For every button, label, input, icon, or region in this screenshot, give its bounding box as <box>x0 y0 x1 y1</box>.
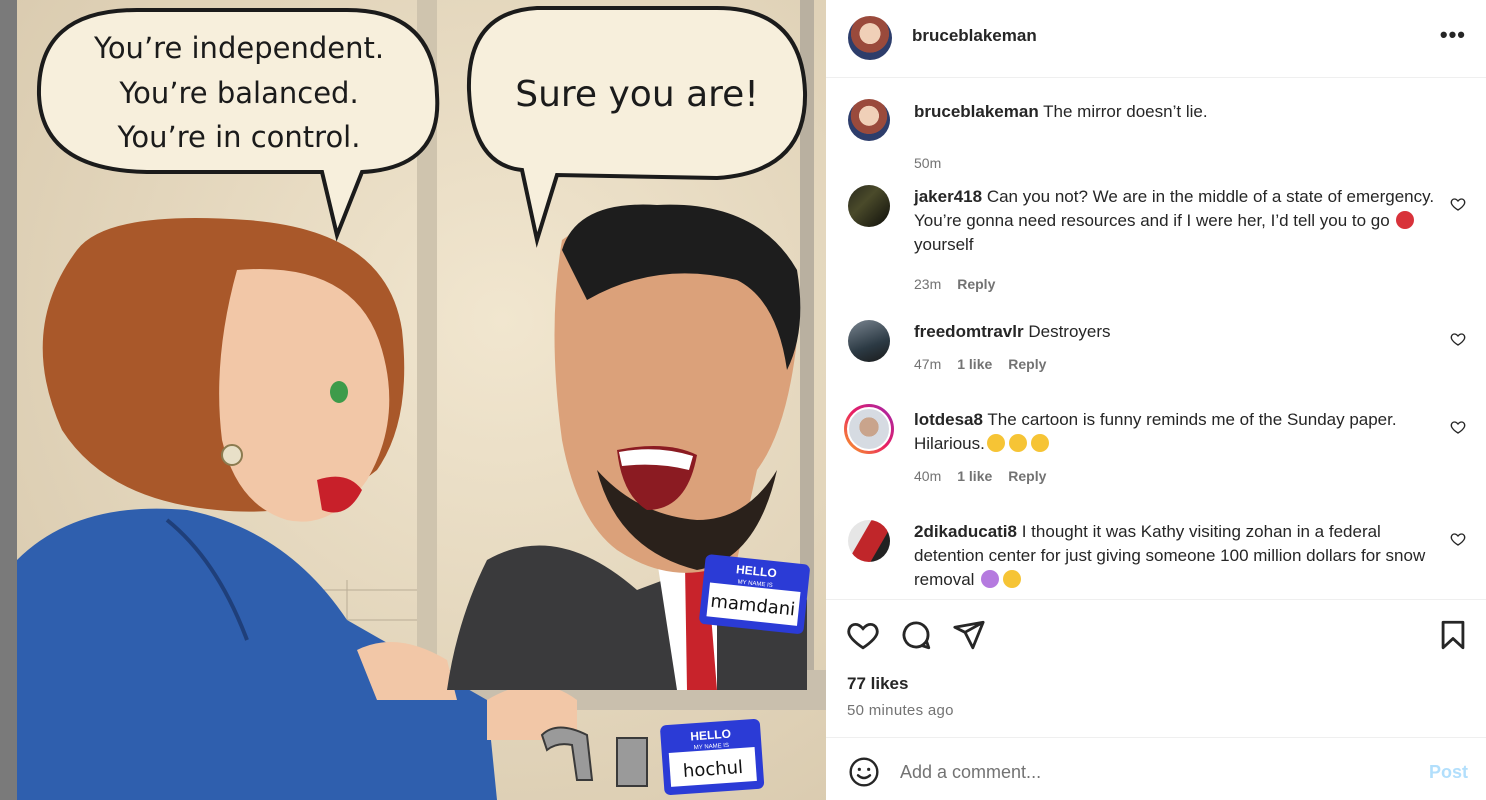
bubble-left-line-1: You’re independent. <box>93 31 384 65</box>
reply-button[interactable]: Reply <box>1008 356 1046 372</box>
bookmark-icon[interactable] <box>1436 618 1470 652</box>
shrug-emoji <box>981 570 1000 588</box>
laughing-face-emoji <box>1030 434 1049 452</box>
tag-name-hochul: hochul <box>682 757 743 782</box>
comment-text: freedomtravlr Destroyers <box>914 320 1444 344</box>
comment-text: lotdesa8 The cartoon is funny reminds me… <box>914 408 1444 456</box>
instagram-post-view: You’re independent. You’re balanced. You… <box>0 0 1486 800</box>
comment-avatar[interactable] <box>848 320 890 362</box>
share-icon[interactable] <box>952 618 986 652</box>
comment-avatar[interactable] <box>848 520 890 562</box>
comment-body: Destroyers <box>1028 322 1111 341</box>
cartoon-illustration: You’re independent. You’re balanced. You… <box>17 0 826 800</box>
comment-time: 40m <box>914 468 942 484</box>
backdrop-overlay[interactable] <box>0 0 17 800</box>
laughing-face-emoji <box>986 434 1005 452</box>
comment-meta: 23m Reply <box>914 276 1011 292</box>
comment-likes[interactable]: 1 like <box>957 356 992 372</box>
comment-text: jaker418 Can you not? We are in the midd… <box>914 185 1444 257</box>
bubble-left-line-3: You’re in control. <box>117 120 361 154</box>
comments-list[interactable]: bruceblakeman The mirror doesn’t lie. 50… <box>826 79 1486 599</box>
comment-body: The cartoon is funny reminds me of the S… <box>914 410 1397 453</box>
comment-username[interactable]: 2dikaducati8 <box>914 522 1017 541</box>
heart-icon[interactable] <box>846 618 880 652</box>
comment-time: 23m <box>914 276 942 292</box>
caption-text: bruceblakeman The mirror doesn’t lie. <box>914 100 1444 124</box>
comment-item: lotdesa8 The cartoon is funny reminds me… <box>826 404 1486 498</box>
comment-like-heart-icon[interactable] <box>1450 196 1466 212</box>
comment-meta: 40m 1 like Reply <box>914 468 1062 484</box>
comment-avatar-story-ring[interactable] <box>844 404 894 454</box>
post-button[interactable]: Post <box>1429 762 1468 783</box>
laughing-face-emoji <box>1008 434 1027 452</box>
add-comment-bar: Post <box>826 737 1486 800</box>
reply-button[interactable]: Reply <box>1008 468 1046 484</box>
comment-likes[interactable]: 1 like <box>957 468 992 484</box>
post-side-panel: bruceblakeman ••• bruceblakeman The mirr… <box>826 0 1486 800</box>
eyeroll-emoji <box>1003 570 1022 588</box>
likes-count[interactable]: 77 likes <box>847 674 908 694</box>
comment-time: 47m <box>914 356 942 372</box>
comment-like-heart-icon[interactable] <box>1450 331 1466 347</box>
comment-body: Can you not? We are in the middle of a s… <box>914 187 1435 230</box>
author-username[interactable]: bruceblakeman <box>912 26 1037 46</box>
reply-button[interactable]: Reply <box>957 276 995 292</box>
angry-face-emoji <box>1396 211 1415 229</box>
comment-like-heart-icon[interactable] <box>1450 531 1466 547</box>
caption-body: The mirror doesn’t lie. <box>1043 102 1208 121</box>
comment-text: 2dikaducati8 I thought it was Kathy visi… <box>914 520 1444 592</box>
comment-item: 2dikaducati8 I thought it was Kathy visi… <box>826 520 1486 599</box>
comment-item: freedomtravlr Destroyers 47m 1 like Reply <box>826 320 1486 390</box>
comment-avatar[interactable] <box>848 185 890 227</box>
comment-item: jaker418 Can you not? We are in the midd… <box>826 185 1486 295</box>
comment-username[interactable]: lotdesa8 <box>914 410 983 429</box>
post-header: bruceblakeman ••• <box>826 0 1486 78</box>
caption-username[interactable]: bruceblakeman <box>914 102 1039 121</box>
caption-avatar[interactable] <box>848 99 890 141</box>
bubble-left-line-2: You’re balanced. <box>118 76 358 110</box>
comment-meta: 47m 1 like Reply <box>914 356 1062 372</box>
tag-hello-2: HELLO <box>690 727 732 744</box>
bubble-right-text: Sure you are! <box>515 74 759 115</box>
post-timestamp: 50 minutes ago <box>847 702 954 719</box>
comment-like-heart-icon[interactable] <box>1450 419 1466 435</box>
post-image[interactable]: You’re independent. You’re balanced. You… <box>17 0 826 800</box>
author-avatar[interactable] <box>848 16 892 60</box>
comment-body-end: yourself <box>914 235 974 254</box>
caption-meta: 50m <box>914 155 957 171</box>
name-tag-mamdani: HELLO MY NAME IS mamdani <box>699 554 810 634</box>
comment-username[interactable]: freedomtravlr <box>914 322 1024 341</box>
caption-time: 50m <box>914 155 942 171</box>
comment-icon[interactable] <box>899 618 933 652</box>
post-actions: 77 likes 50 minutes ago <box>826 599 1486 737</box>
emoji-icon[interactable] <box>848 756 880 788</box>
caption-item: bruceblakeman The mirror doesn’t lie. 50… <box>826 99 1486 171</box>
comment-username[interactable]: jaker418 <box>914 187 982 206</box>
name-tag-hochul: HELLO MY NAME IS hochul <box>660 718 765 795</box>
more-horizontal-icon[interactable]: ••• <box>1440 22 1466 48</box>
comment-input[interactable] <box>900 758 1400 786</box>
